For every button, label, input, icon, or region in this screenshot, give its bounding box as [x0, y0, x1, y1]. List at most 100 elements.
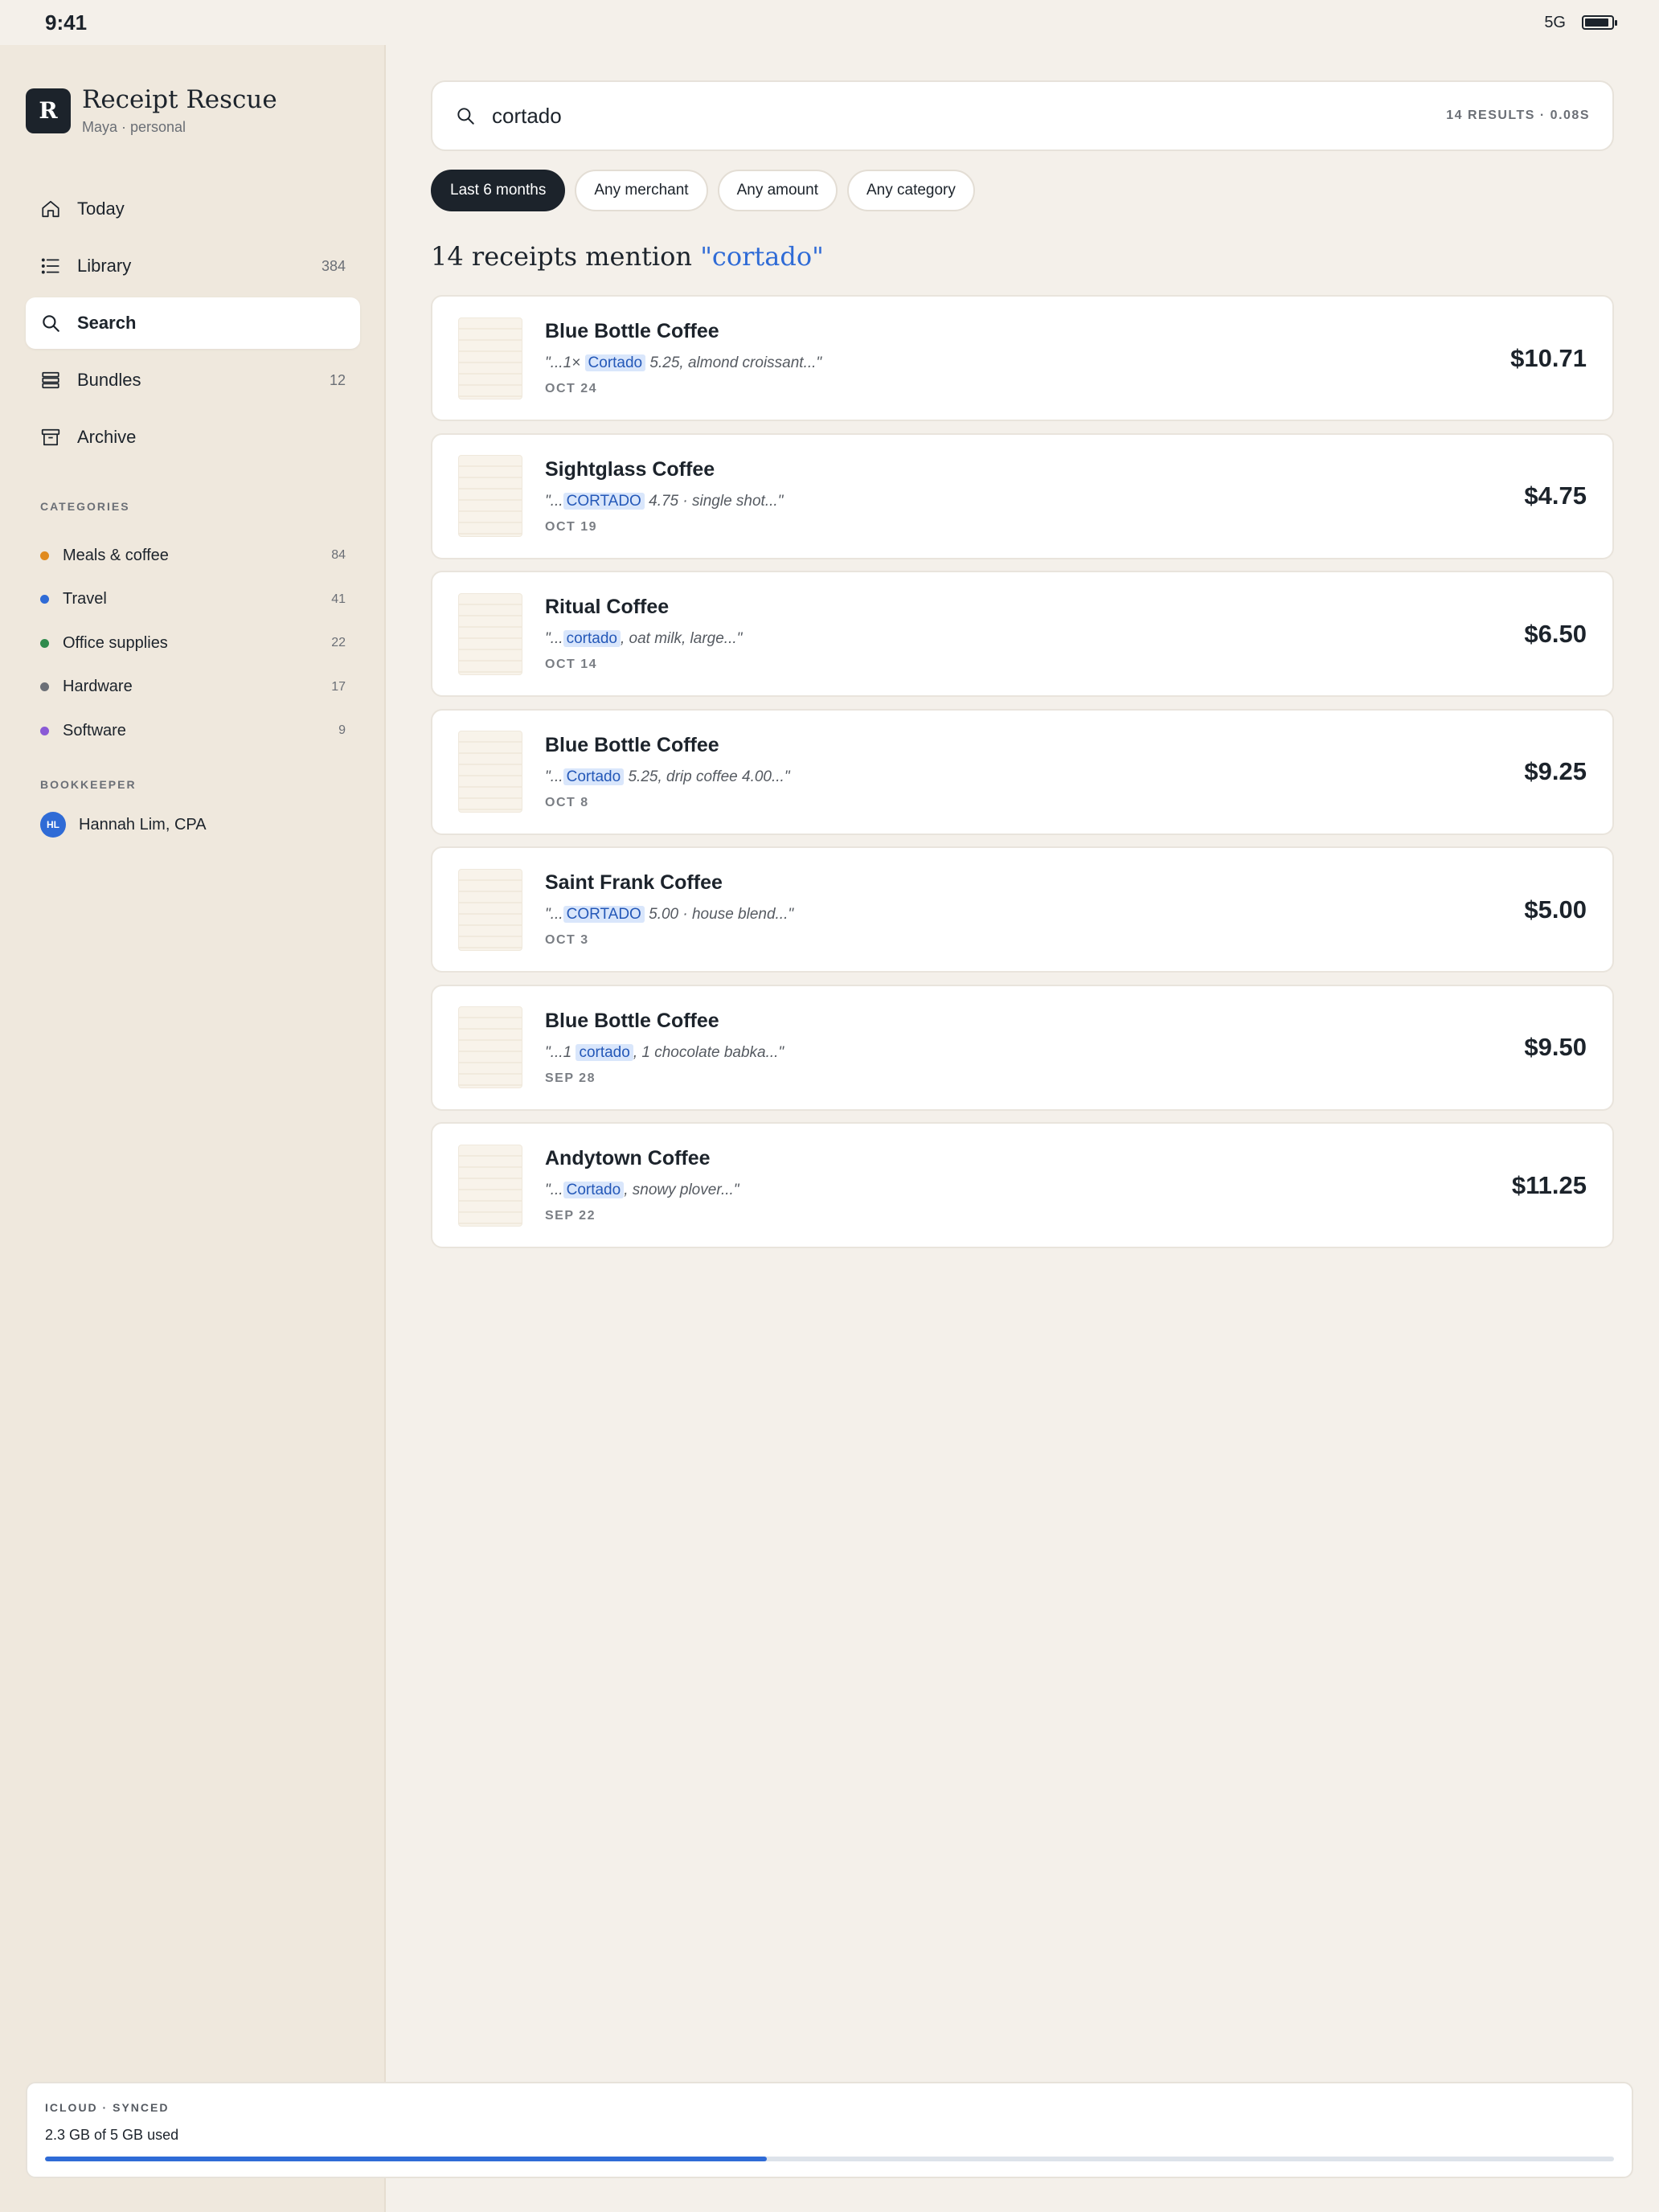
status-indicators: 5G	[1544, 13, 1617, 32]
app-brand: R Receipt Rescue Maya · personal	[26, 85, 277, 136]
receipt-snippet: "... CORTADO 5.00 · house blend..."	[545, 906, 1524, 924]
app-name: Receipt Rescue	[82, 85, 277, 114]
receipt-merchant: Blue Bottle Coffee	[545, 733, 719, 756]
search-input[interactable]	[492, 103, 1447, 129]
receipt-merchant: Andytown Coffee	[545, 1147, 711, 1169]
results-heading: 14 receipts mention "cortado"	[431, 241, 824, 272]
receipt-date: OCT 14	[545, 657, 598, 671]
receipt-info: Saint Frank Coffee "... CORTADO 5.00 · ho…	[545, 871, 1524, 948]
snippet-after: , 1 chocolate babka..."	[633, 1043, 784, 1061]
filter-amount[interactable]: Any amount	[717, 170, 838, 211]
receipt-date: SEP 28	[545, 1071, 596, 1085]
category-office-supplies[interactable]: Office supplies 22	[40, 621, 346, 666]
receipt-snippet: "... CORTADO 4.75 · single shot..."	[545, 492, 1524, 510]
sidebar: R Receipt Rescue Maya · personal Today L…	[0, 45, 386, 2212]
receipt-amount: $5.00	[1524, 895, 1587, 924]
receipt-card[interactable]: Blue Bottle Coffee "... Cortado 5.25, dri…	[431, 708, 1614, 835]
receipt-merchant: Blue Bottle Coffee	[545, 1009, 719, 1032]
sidebar-item-label: Search	[77, 313, 137, 333]
signal-label: 5G	[1544, 13, 1566, 31]
snippet-after: 5.25, drip coffee 4.00..."	[624, 768, 790, 785]
receipt-snippet: "... Cortado, snowy plover..."	[545, 1182, 1512, 1199]
sidebar-nav: Today Library 384 Search Bundles 12 Arch…	[26, 183, 360, 469]
sidebar-item-today[interactable]: Today	[26, 183, 360, 235]
receipt-card[interactable]: Blue Bottle Coffee "...1× Cortado 5.25, …	[431, 295, 1614, 421]
category-meals-coffee[interactable]: Meals & coffee 84	[40, 534, 346, 578]
bookkeeper-name: Hannah Lim, CPA	[79, 815, 207, 834]
receipt-date: OCT 24	[545, 382, 598, 395]
category-count: 22	[331, 636, 346, 650]
receipt-thumbnail	[458, 1006, 522, 1088]
snippet-after: 5.00 · house blend..."	[644, 906, 794, 923]
receipt-card[interactable]: Saint Frank Coffee "... CORTADO 5.00 · ho…	[431, 846, 1614, 973]
receipt-thumbnail	[458, 868, 522, 951]
category-label: Office supplies	[63, 633, 168, 652]
receipt-amount: $9.25	[1524, 757, 1587, 785]
receipt-card[interactable]: Andytown Coffee "... Cortado, snowy plove…	[431, 1122, 1614, 1248]
snippet-match-highlight: Cortado	[563, 768, 625, 785]
snippet-before: "...	[545, 630, 563, 647]
results-heading-query: "cortado"	[700, 241, 824, 272]
category-label: Travel	[63, 590, 107, 608]
receipt-date: OCT 19	[545, 519, 598, 534]
receipt-merchant: Saint Frank Coffee	[545, 871, 723, 894]
receipt-thumbnail	[458, 731, 522, 813]
account-subtitle: Maya · personal	[82, 119, 186, 135]
category-dot	[40, 638, 49, 648]
filter-date-range[interactable]: Last 6 months	[431, 170, 566, 211]
bookkeeper-item[interactable]: HL Hannah Lim, CPA	[40, 812, 207, 838]
receipt-date: SEP 22	[545, 1209, 596, 1223]
list-icon	[41, 258, 59, 274]
receipt-date: OCT 3	[545, 933, 589, 947]
sidebar-item-library[interactable]: Library 384	[26, 240, 360, 292]
results-list: Blue Bottle Coffee "...1× Cortado 5.25, …	[431, 295, 1614, 1260]
storage-usage-text: 2.3 GB of 5 GB used	[45, 2127, 179, 2143]
sidebar-item-archive[interactable]: Archive	[26, 412, 360, 463]
categories-heading: CATEGORIES	[40, 500, 130, 513]
category-hardware[interactable]: Hardware 17	[40, 666, 346, 710]
search-icon	[43, 315, 59, 332]
receipt-amount: $6.50	[1524, 619, 1587, 648]
category-count: 17	[331, 679, 346, 694]
storage-title: ICLOUD · SYNCED	[45, 2101, 170, 2114]
receipt-thumbnail	[458, 592, 522, 675]
category-label: Software	[63, 721, 126, 739]
results-heading-prefix: 14 receipts mention	[431, 241, 701, 272]
sidebar-item-label: Library	[77, 256, 132, 276]
battery-icon	[1582, 15, 1617, 30]
receipt-snippet: "... cortado, oat milk, large..."	[545, 630, 1524, 648]
receipt-date: OCT 8	[545, 795, 589, 809]
receipt-card[interactable]: Sightglass Coffee "... CORTADO 4.75 · sin…	[431, 432, 1614, 559]
app-logo: R	[26, 88, 71, 133]
sidebar-item-search[interactable]: Search	[26, 297, 360, 349]
search-icon	[457, 108, 474, 125]
receipt-card[interactable]: Ritual Coffee "... cortado, oat milk, lar…	[431, 571, 1614, 697]
category-dot	[40, 595, 49, 604]
receipt-thumbnail	[458, 317, 522, 399]
snippet-after: , oat milk, large..."	[620, 630, 743, 647]
filter-chips: Last 6 months Any merchant Any amount An…	[431, 170, 975, 211]
storage-card: ICLOUD · SYNCED 2.3 GB of 5 GB used	[26, 2082, 1633, 2178]
snippet-before: "...	[545, 768, 563, 785]
snippet-match-highlight: Cortado	[563, 1182, 625, 1198]
category-dot	[40, 726, 49, 735]
filter-category[interactable]: Any category	[846, 170, 975, 211]
filter-merchant[interactable]: Any merchant	[575, 170, 708, 211]
sidebar-item-bundles[interactable]: Bundles 12	[26, 354, 360, 406]
receipt-snippet: "...1 cortado, 1 chocolate babka..."	[545, 1043, 1524, 1062]
category-travel[interactable]: Travel 41	[40, 578, 346, 622]
receipt-info: Andytown Coffee "... Cortado, snowy plove…	[545, 1147, 1512, 1223]
category-label: Hardware	[63, 678, 133, 696]
sidebar-item-count: 12	[329, 371, 346, 388]
receipt-thumbnail	[458, 455, 522, 537]
category-label: Meals & coffee	[63, 546, 169, 564]
receipt-merchant: Blue Bottle Coffee	[545, 320, 719, 342]
receipt-snippet: "... Cortado 5.25, drip coffee 4.00..."	[545, 768, 1524, 786]
category-dot	[40, 682, 49, 692]
receipt-info: Blue Bottle Coffee "...1 cortado, 1 choc…	[545, 1010, 1524, 1086]
receipt-card[interactable]: Blue Bottle Coffee "...1 cortado, 1 choc…	[431, 984, 1614, 1111]
receipt-info: Blue Bottle Coffee "... Cortado 5.25, dri…	[545, 734, 1524, 810]
category-software[interactable]: Software 9	[40, 709, 346, 753]
category-count: 9	[338, 723, 346, 738]
snippet-before: "...	[545, 906, 563, 923]
